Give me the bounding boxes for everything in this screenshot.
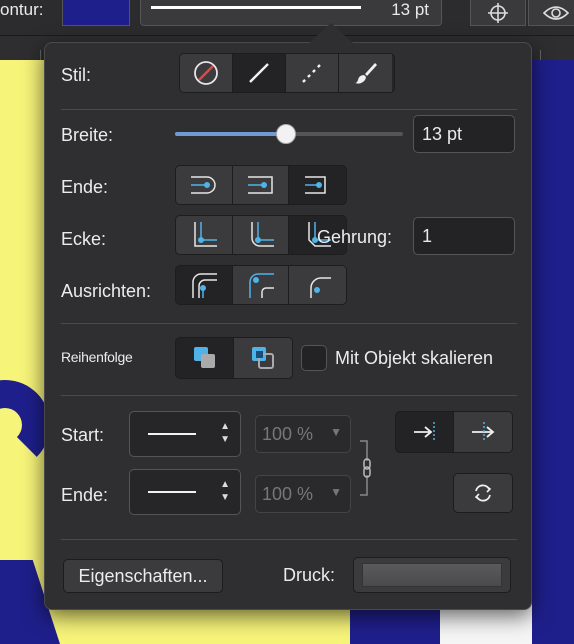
stepper-arrows-icon: ▲ ▼ — [220, 421, 230, 445]
gehrung-input[interactable]: 1 — [413, 217, 515, 255]
round-join-icon — [250, 222, 274, 247]
breite-slider-thumb[interactable] — [276, 124, 296, 144]
arrow-inside-button[interactable] — [396, 412, 455, 452]
arrow-inside-icon — [413, 422, 435, 442]
divider — [61, 109, 517, 110]
cap-butt-button[interactable] — [176, 166, 233, 204]
reihenfolge-label: Reihenfolge — [61, 349, 133, 365]
arrow-position-segmented-control — [395, 411, 513, 453]
align-center-icon — [248, 273, 274, 298]
link-chain-icon[interactable] — [359, 439, 375, 497]
join-miter-button[interactable] — [176, 216, 233, 254]
stil-label: Stil: — [61, 65, 92, 85]
breite-input[interactable]: 13 pt — [413, 115, 515, 153]
stil-segmented-control — [179, 53, 395, 93]
stroke-color-swatch[interactable] — [62, 0, 130, 26]
context-toolbar: ontur: 13 pt — [0, 0, 574, 36]
swap-icon — [474, 484, 492, 502]
snapping-button[interactable] — [470, 0, 526, 26]
canvas-shape-blue — [532, 60, 574, 644]
brush-icon — [354, 63, 377, 84]
start-scale-select[interactable]: 100 % ▼ — [255, 415, 351, 453]
divider — [61, 395, 517, 396]
cap-square-button[interactable] — [289, 166, 346, 204]
no-stroke-icon — [194, 61, 218, 85]
popover-arrow — [309, 23, 353, 43]
align-inside-button[interactable] — [176, 266, 233, 304]
cap-segmented-control — [175, 165, 347, 205]
order-front-button[interactable] — [234, 338, 292, 378]
stroke-width-button[interactable]: 13 pt — [140, 0, 442, 26]
druck-label: Druck: — [283, 565, 336, 585]
butt-cap-icon — [304, 176, 326, 194]
canvas-shape-curve — [0, 380, 50, 470]
join-round-button[interactable] — [232, 216, 290, 254]
swap-arrowheads-button[interactable] — [453, 473, 513, 513]
start-label: Start: — [61, 425, 105, 445]
align-inside-icon — [192, 273, 217, 298]
gehrung-label: Gehrung: — [317, 227, 393, 247]
pressure-curve-preview — [362, 563, 502, 587]
divider — [61, 323, 517, 324]
caret-down-icon: ▼ — [330, 485, 342, 499]
kontur-label: ontur: — [0, 0, 44, 19]
ecke-label: Ecke: — [61, 229, 107, 249]
stroke-preview-line — [151, 6, 361, 9]
dashed-line-icon — [302, 63, 322, 83]
order-behind-button[interactable] — [176, 338, 235, 378]
breite-slider[interactable] — [175, 124, 403, 144]
pressure-curve-button[interactable] — [353, 557, 511, 593]
align-segmented-control — [175, 265, 347, 305]
skalieren-checkbox[interactable] — [301, 345, 327, 371]
start-arrowhead-select[interactable]: ▲ ▼ — [129, 411, 241, 457]
skalieren-label: Mit Objekt skalieren — [335, 348, 494, 368]
style-dashed-button[interactable] — [286, 54, 339, 92]
style-brush-button[interactable] — [339, 54, 392, 92]
arrow-outside-icon — [472, 422, 495, 442]
stroke-behind-icon — [193, 347, 215, 368]
end-scale-value: 100 % — [262, 484, 314, 504]
stroke-front-icon — [252, 347, 274, 369]
breite-slider-fill — [175, 132, 286, 136]
start-scale-value: 100 % — [262, 424, 314, 444]
style-solid-button[interactable] — [233, 54, 286, 92]
stepper-arrows-icon: ▲ ▼ — [220, 479, 230, 503]
end-arrowhead-select[interactable]: ▲ ▼ — [129, 469, 241, 515]
eigenschaften-button[interactable]: Eigenschaften... — [63, 559, 223, 593]
round-cap-icon — [190, 176, 216, 194]
ende-arrowhead-label: Ende: — [61, 485, 109, 505]
style-none-button[interactable] — [180, 54, 233, 92]
align-center-button[interactable] — [232, 266, 290, 304]
breite-label: Breite: — [61, 125, 114, 145]
view-mode-button[interactable] — [528, 0, 574, 26]
crosshair-icon — [488, 2, 508, 23]
caret-down-icon: ▼ — [330, 425, 342, 439]
ausrichten-label: Ausrichten: — [61, 281, 152, 301]
start-line-preview — [148, 433, 196, 435]
end-scale-select[interactable]: 100 % ▼ — [255, 475, 351, 513]
ende-cap-label: Ende: — [61, 177, 109, 197]
stroke-width-value: 13 pt — [391, 0, 429, 19]
square-cap-icon — [247, 176, 273, 194]
cap-round-button[interactable] — [232, 166, 290, 204]
divider — [61, 539, 517, 540]
align-outside-icon — [309, 277, 331, 298]
stroke-popover: Stil: Breite: 13 pt Ende: Ecke: Gehrung:… — [44, 23, 532, 610]
miter-join-icon — [194, 222, 217, 247]
end-line-preview — [148, 491, 196, 493]
arrow-outside-button[interactable] — [454, 412, 512, 452]
eye-icon — [543, 5, 569, 20]
align-outside-button[interactable] — [289, 266, 346, 304]
order-segmented-control — [175, 337, 293, 379]
solid-line-icon — [249, 63, 269, 83]
